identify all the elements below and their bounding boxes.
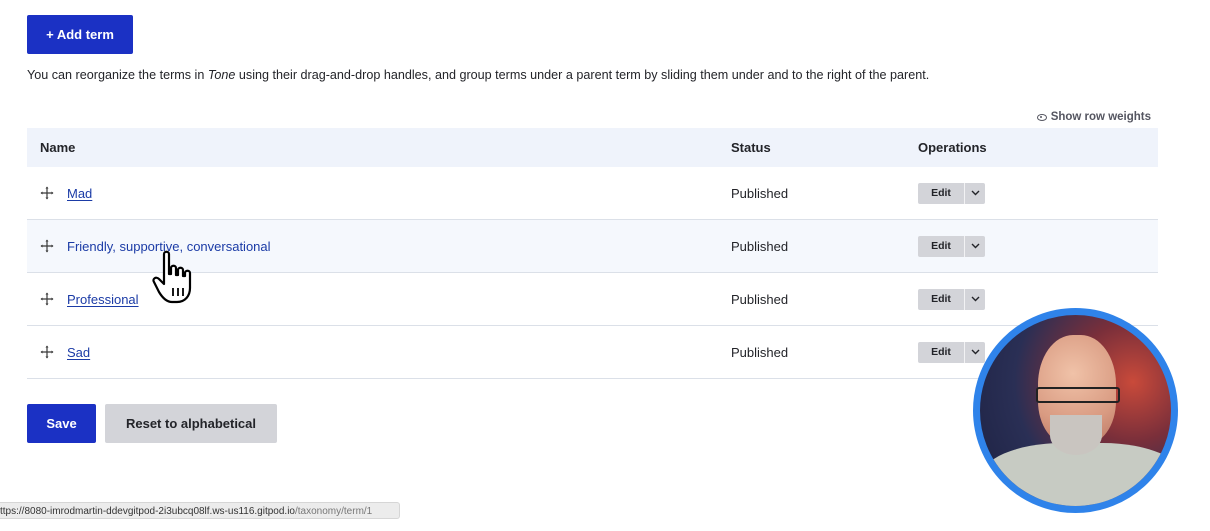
column-header-name: Name	[40, 140, 76, 155]
terms-table: Name Status Operations Mad Published Edi…	[27, 128, 1158, 379]
term-link[interactable]: Mad	[67, 186, 92, 201]
table-header: Name Status Operations	[27, 128, 1158, 167]
table-row: Mad Published Edit	[27, 167, 1158, 220]
term-link[interactable]: Friendly, supportive, conversational	[67, 239, 271, 254]
drag-handle-icon[interactable]	[40, 292, 54, 306]
operations-dropbutton: Edit	[918, 182, 985, 204]
drag-handle-icon[interactable]	[40, 345, 54, 359]
drag-handle-icon[interactable]	[40, 186, 54, 200]
edit-button[interactable]: Edit	[918, 183, 964, 204]
status-text: Published	[731, 238, 789, 254]
term-link[interactable]: Sad	[67, 345, 90, 360]
chevron-down-icon[interactable]	[965, 236, 985, 257]
operations-dropbutton: Edit	[918, 288, 985, 310]
edit-button[interactable]: Edit	[918, 236, 964, 257]
column-header-status: Status	[731, 140, 771, 155]
webcam-person-glasses	[1036, 387, 1120, 403]
save-button[interactable]: Save	[27, 404, 96, 443]
chevron-down-icon[interactable]	[965, 183, 985, 204]
show-row-weights-label: Show row weights	[1050, 111, 1151, 123]
vocabulary-name: Tone	[207, 68, 236, 82]
column-header-operations: Operations	[918, 140, 987, 155]
table-row: Professional Published Edit	[27, 273, 1158, 326]
status-url-host: ttps://8080-imrodmartin-ddevgitpod-2i3ub…	[0, 505, 295, 517]
help-text-before: You can reorganize the terms in	[27, 68, 208, 82]
help-text-after: using their drag-and-drop handles, and g…	[235, 68, 930, 82]
edit-button[interactable]: Edit	[918, 289, 964, 310]
drag-handle-icon[interactable]	[40, 239, 54, 253]
term-link[interactable]: Professional	[67, 292, 139, 307]
status-text: Published	[731, 291, 789, 307]
reset-to-alphabetical-button[interactable]: Reset to alphabetical	[105, 404, 277, 443]
browser-status-bar: ttps://8080-imrodmartin-ddevgitpod-2i3ub…	[0, 502, 400, 519]
chevron-down-icon[interactable]	[965, 342, 985, 363]
reorder-help-text: You can reorganize the terms in Tone usi…	[27, 68, 929, 82]
eye-icon	[1036, 113, 1047, 121]
operations-dropbutton: Edit	[918, 235, 985, 257]
operations-dropbutton: Edit	[918, 341, 985, 363]
webcam-person-beard	[1050, 415, 1102, 455]
status-text: Published	[731, 185, 789, 201]
status-url-path: /taxonomy/term/1	[294, 505, 373, 517]
chevron-down-icon[interactable]	[965, 289, 985, 310]
table-row: Friendly, supportive, conversational Pub…	[27, 220, 1158, 273]
status-text: Published	[731, 344, 789, 360]
add-term-button[interactable]: + Add term	[27, 15, 133, 54]
webcam-overlay	[973, 308, 1178, 513]
edit-button[interactable]: Edit	[918, 342, 964, 363]
show-row-weights-button[interactable]: Show row weights	[1036, 111, 1151, 123]
